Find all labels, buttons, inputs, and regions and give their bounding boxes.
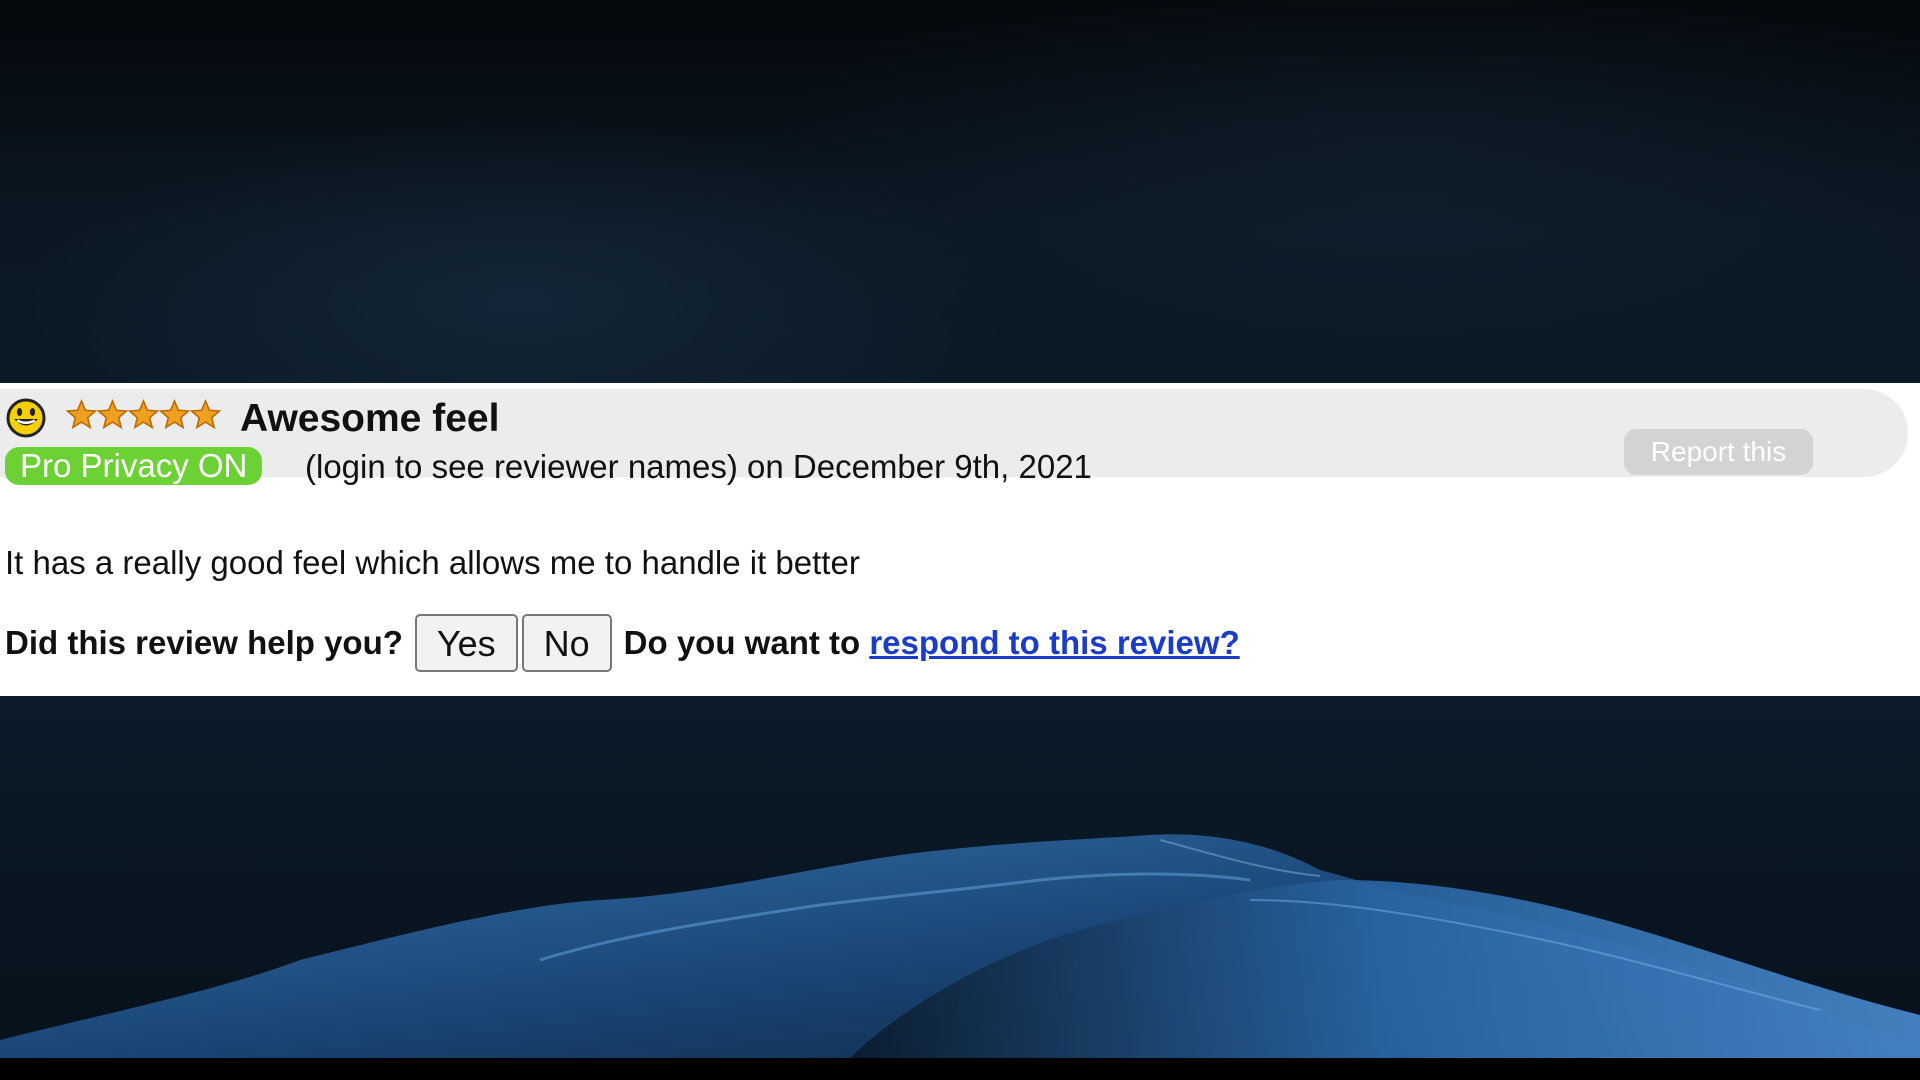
star-rating xyxy=(66,399,221,433)
star-icon xyxy=(190,399,221,430)
review-title: Awesome feel xyxy=(240,397,500,440)
star-icon xyxy=(97,399,128,430)
report-review-button[interactable]: Report this review xyxy=(1624,429,1813,513)
review-header: Awesome feel Pro Privacy ON (login to se… xyxy=(0,389,1908,513)
star-icon xyxy=(128,399,159,430)
smiley-face-icon xyxy=(6,398,46,438)
no-button[interactable]: No xyxy=(521,614,612,672)
privacy-badge: Pro Privacy ON xyxy=(5,447,263,485)
helpfulness-row: Did this review help you? Yes No Do you … xyxy=(5,613,1240,673)
bottom-black-strip xyxy=(0,1058,1920,1080)
review-card: Awesome feel Pro Privacy ON (login to se… xyxy=(0,383,1920,696)
respond-link[interactable]: respond to this review? xyxy=(869,624,1239,662)
review-meta: (login to see reviewer names) on Decembe… xyxy=(305,448,1092,485)
yes-button[interactable]: Yes xyxy=(414,614,518,672)
star-icon xyxy=(159,399,190,430)
star-icon xyxy=(66,399,97,430)
respond-prompt: Do you want to xyxy=(623,624,870,661)
helpfulness-question: Did this review help you? xyxy=(5,624,403,661)
review-body: It has a really good feel which allows m… xyxy=(5,544,860,581)
